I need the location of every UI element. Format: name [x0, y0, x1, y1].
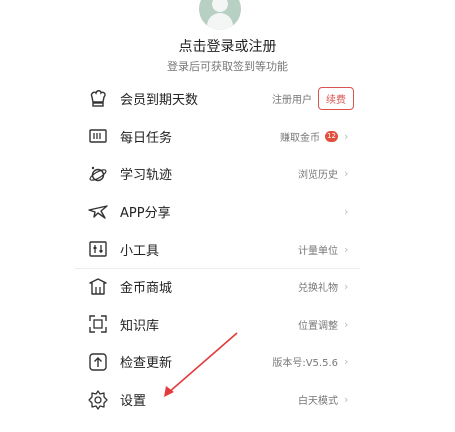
chevron-right-icon: › — [344, 280, 349, 294]
login-title[interactable]: 点击登录或注册 — [0, 36, 455, 56]
menu-item-tools[interactable]: 小工具 计量单位 › — [75, 230, 360, 268]
gear-icon — [87, 389, 109, 411]
menu-item-app-share[interactable]: APP分享 › — [75, 193, 360, 231]
chevron-right-icon: › — [344, 355, 349, 369]
menu-item-label: APP分享 — [120, 206, 171, 222]
menu-item-hint: 位置调整 — [298, 320, 338, 332]
menu-item-hint: 计量单位 — [298, 245, 338, 257]
menu-group-primary: 会员到期天数 注册用户 续费 每日任务 赚取金币 12 › 学习轨迹 浏览历史 … — [75, 80, 360, 268]
menu-item-settings[interactable]: 设置 白天模式 › — [75, 381, 360, 419]
menu-item-label: 小工具 — [120, 243, 160, 259]
menu-item-hint: 浏览历史 — [298, 170, 338, 182]
tools-icon — [87, 238, 109, 260]
avatar[interactable] — [199, 0, 241, 30]
share-bird-icon — [87, 201, 109, 223]
chevron-right-icon: › — [344, 129, 349, 143]
menu-item-coin-mall[interactable]: 金币商城 兑换礼物 › — [75, 268, 360, 306]
task-list-icon — [87, 125, 109, 147]
chef-hat-icon — [87, 88, 109, 110]
menu-item-daily-tasks[interactable]: 每日任务 赚取金币 12 › — [75, 118, 360, 156]
menu-item-knowledge[interactable]: 知识库 位置调整 › — [75, 306, 360, 344]
chevron-right-icon: › — [344, 242, 349, 256]
avatar-body — [207, 13, 233, 30]
theme-mode-text: 白天模式 — [298, 396, 338, 408]
menu-group-secondary: 金币商城 兑换礼物 › 知识库 位置调整 › 检查更新 版本号:V5.5.6 ›… — [75, 268, 360, 418]
chevron-right-icon: › — [344, 167, 349, 181]
chevron-right-icon: › — [344, 317, 349, 331]
menu-item-label: 检查更新 — [120, 356, 173, 372]
menu-item-membership[interactable]: 会员到期天数 注册用户 续费 — [75, 80, 360, 118]
renew-button[interactable]: 续费 — [318, 87, 354, 111]
chevron-right-icon: › — [344, 393, 349, 407]
menu-item-hint: 兑换礼物 — [298, 283, 338, 295]
update-icon — [87, 351, 109, 373]
planet-icon — [87, 163, 109, 185]
menu-item-label: 学习轨迹 — [120, 168, 173, 184]
avatar-head — [212, 0, 228, 12]
notification-badge: 12 — [325, 130, 338, 142]
login-subtitle: 登录后可获取签到等功能 — [167, 60, 288, 73]
menu-item-hint: 赚取金币 — [280, 132, 320, 144]
chevron-right-icon: › — [344, 205, 349, 219]
member-status: 注册用户 — [272, 95, 312, 107]
menu-item-label: 设置 — [120, 394, 147, 410]
menu-item-check-update[interactable]: 检查更新 版本号:V5.5.6 › — [75, 343, 360, 381]
knowledge-icon — [87, 313, 109, 335]
mall-icon — [87, 276, 109, 298]
menu-item-label: 知识库 — [120, 318, 160, 334]
menu-item-learning-track[interactable]: 学习轨迹 浏览历史 › — [75, 155, 360, 193]
menu-item-label: 会员到期天数 — [120, 93, 199, 109]
menu-item-label: 金币商城 — [120, 281, 173, 297]
menu-item-label: 每日任务 — [120, 130, 173, 146]
version-text: 版本号:V5.5.6 — [272, 358, 338, 370]
